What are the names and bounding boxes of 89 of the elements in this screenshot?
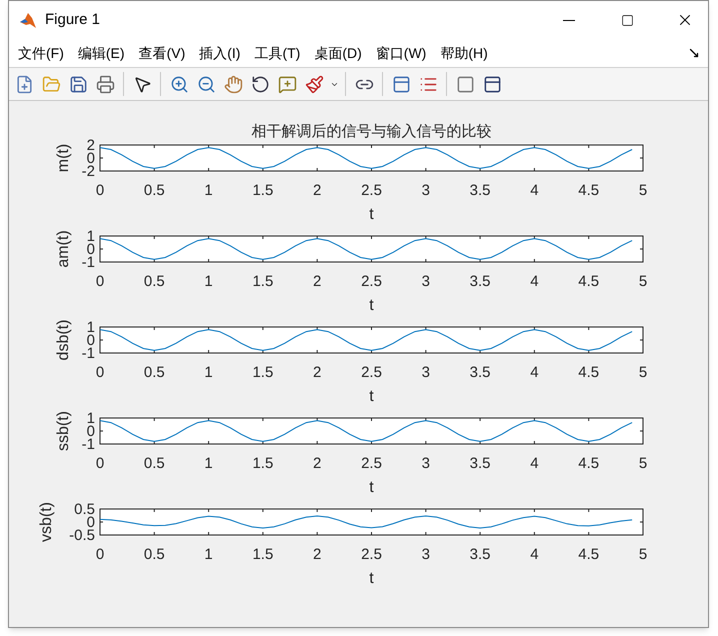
- y-axis-label: m(t): [55, 144, 72, 172]
- x-tick-label: 5: [638, 182, 648, 199]
- x-tick-label: 4: [530, 364, 539, 381]
- x-tick-label: 0.5: [144, 546, 165, 563]
- x-tick-label: 1.5: [252, 364, 274, 381]
- x-tick-label: 0: [96, 546, 104, 563]
- x-axis-label: t: [369, 206, 374, 223]
- x-tick-label: 4.5: [578, 455, 600, 472]
- x-tick-label: 4: [530, 273, 539, 290]
- hand-icon[interactable]: [224, 74, 242, 94]
- x-tick-label: 4: [530, 182, 539, 199]
- y-axis-label: vsb(t): [38, 502, 55, 542]
- x-tick-label: 2: [313, 546, 322, 563]
- x-tick-label: 5: [638, 455, 648, 472]
- x-tick-label: 0.5: [144, 273, 165, 290]
- x-tick-label: 3: [422, 546, 430, 563]
- x-tick-label: 0: [96, 455, 104, 472]
- brush-icon[interactable]: [304, 74, 324, 94]
- x-tick-label: 0.5: [144, 364, 165, 381]
- x-tick-label: 4.5: [578, 182, 600, 199]
- panel-icon[interactable]: [482, 74, 502, 94]
- x-tick-label: 0.5: [144, 182, 165, 199]
- x-tick-label: 4: [530, 546, 539, 563]
- x-tick-label: 0: [96, 273, 104, 290]
- x-tick-label: 2.5: [361, 546, 382, 563]
- app-logo-icon: [19, 11, 37, 29]
- x-tick-label: 4.5: [578, 364, 600, 381]
- x-tick-label: 1: [204, 546, 213, 563]
- x-tick-label: 1: [204, 273, 213, 290]
- dock-arrow-icon[interactable]: [688, 47, 700, 59]
- x-tick-label: 2: [313, 455, 322, 472]
- y-axis-label: am(t): [55, 230, 72, 268]
- x-tick-label: 1: [204, 364, 213, 381]
- rotate-icon[interactable]: [250, 74, 270, 94]
- x-tick-label: 3.5: [470, 273, 491, 290]
- chart-title: 相干解调后的信号与输入信号的比较: [252, 123, 492, 140]
- x-tick-label: 1.5: [252, 273, 274, 290]
- x-tick-label: 4: [530, 455, 539, 472]
- x-tick-label: 5: [638, 364, 648, 381]
- x-tick-label: 3: [422, 182, 430, 199]
- x-tick-label: 2: [313, 273, 322, 290]
- x-tick-label: 0.5: [144, 455, 165, 472]
- x-tick-label: 1.5: [252, 182, 274, 199]
- x-axis-label: t: [369, 388, 374, 405]
- menu-item[interactable]: 查看(V): [132, 42, 192, 64]
- x-axis-label: t: [369, 479, 374, 496]
- x-tick-label: 1: [204, 455, 213, 472]
- x-tick-label: 2.5: [361, 364, 382, 381]
- menu-item[interactable]: 工具(T): [247, 42, 308, 64]
- x-tick-label: 3: [422, 364, 430, 381]
- x-tick-label: 2.5: [361, 455, 382, 472]
- x-axis-label: t: [369, 297, 374, 314]
- x-tick-label: 0: [96, 182, 104, 199]
- menu-item[interactable]: 插入(I): [192, 42, 248, 64]
- menu-item[interactable]: 编辑(E): [70, 42, 132, 64]
- x-tick-label: 4.5: [578, 546, 600, 563]
- x-tick-label: 3: [422, 455, 430, 472]
- menu-item[interactable]: 桌面(D): [307, 42, 369, 64]
- x-tick-label: 3: [422, 273, 430, 290]
- pointer-icon[interactable]: [132, 74, 152, 94]
- menu-item[interactable]: 窗口(W): [368, 42, 434, 64]
- y-axis-label: ssb(t): [55, 411, 72, 451]
- x-tick-label: 3.5: [470, 182, 491, 199]
- x-tick-label: 2.5: [361, 273, 382, 290]
- zoom-out-icon[interactable]: [196, 74, 216, 94]
- save-icon[interactable]: [68, 74, 88, 94]
- x-tick-label: 4.5: [578, 273, 600, 290]
- x-tick-label: 5: [638, 546, 648, 563]
- x-axis-label: t: [369, 570, 374, 587]
- printer-icon[interactable]: [96, 74, 114, 94]
- window-title: Figure 1: [45, 10, 100, 30]
- x-tick-label: 1: [204, 182, 213, 199]
- x-tick-label: 5: [638, 273, 648, 290]
- x-tick-label: 3.5: [470, 546, 491, 563]
- menu-item[interactable]: 文件(F): [11, 42, 71, 64]
- x-tick-label: 2: [313, 364, 322, 381]
- x-tick-label: 1.5: [252, 455, 274, 472]
- x-tick-label: 2: [313, 182, 322, 199]
- x-tick-label: 2.5: [361, 182, 382, 199]
- x-tick-label: 1.5: [252, 546, 274, 563]
- new-file-icon[interactable]: [14, 74, 34, 94]
- x-tick-label: 0: [96, 364, 104, 381]
- y-axis-label: dsb(t): [55, 320, 72, 360]
- x-tick-label: 3.5: [470, 364, 491, 381]
- square-icon[interactable]: [456, 74, 474, 94]
- zoom-in-icon[interactable]: [170, 74, 188, 94]
- menu-item[interactable]: 帮助(H): [433, 42, 495, 64]
- maximize-icon: [620, 14, 634, 26]
- x-tick-label: 3.5: [470, 455, 491, 472]
